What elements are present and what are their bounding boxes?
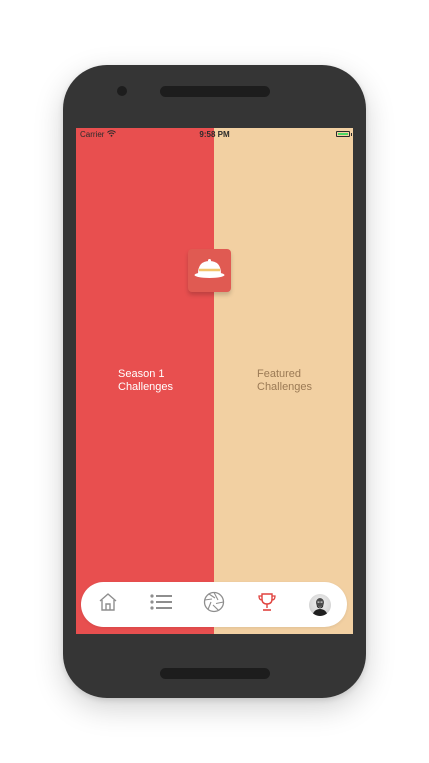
featured-label-line2: Challenges <box>257 381 313 393</box>
season-1-label-line1: Season 1 <box>118 368 165 380</box>
tab-bar <box>81 582 347 627</box>
tab-home[interactable] <box>93 590 123 620</box>
app-screen: Carrier 9:58 PM Season 1 Challenges Feat… <box>76 128 353 634</box>
bottom-speaker <box>160 668 270 679</box>
status-bar: Carrier 9:58 PM <box>76 128 353 142</box>
tab-trophy[interactable] <box>252 590 282 620</box>
season-1-challenges-label[interactable]: Season 1 Challenges <box>118 368 218 394</box>
page: Carrier 9:58 PM Season 1 Challenges Feat… <box>0 0 429 763</box>
list-icon <box>149 592 173 617</box>
trophy-icon <box>256 591 278 618</box>
tab-list[interactable] <box>146 590 176 620</box>
featured-challenges-label[interactable]: Featured Challenges <box>257 368 353 394</box>
aperture-icon <box>203 591 225 618</box>
front-camera <box>117 86 127 96</box>
pith-helmet-icon <box>188 249 231 292</box>
avatar <box>309 593 332 616</box>
battery-icon <box>336 131 352 137</box>
tab-profile[interactable] <box>305 590 335 620</box>
top-speaker <box>160 86 270 97</box>
home-icon <box>97 591 119 618</box>
phone-frame: Carrier 9:58 PM Season 1 Challenges Feat… <box>63 65 366 698</box>
season-1-label-line2: Challenges <box>118 381 174 393</box>
clock: 9:58 PM <box>199 130 230 139</box>
featured-label-line1: Featured <box>257 368 302 380</box>
tab-camera[interactable] <box>199 590 229 620</box>
battery-level <box>338 133 348 135</box>
